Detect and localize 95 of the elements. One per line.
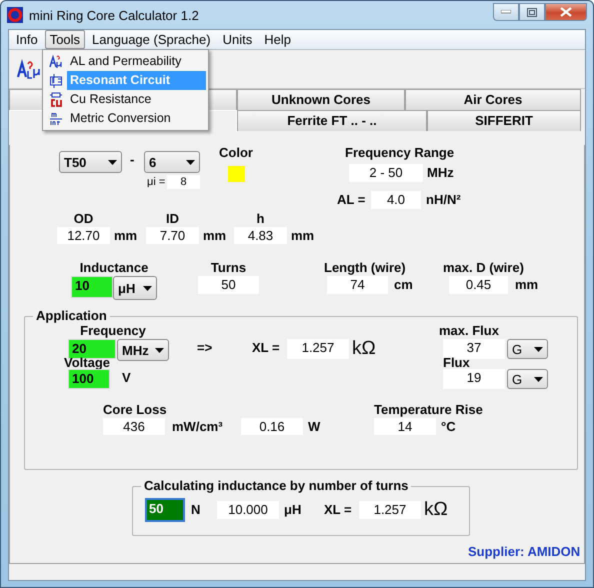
unit-label: mm <box>515 276 540 294</box>
unit-dropdown[interactable]: μH <box>113 276 157 300</box>
dimension-field: 4.83 <box>234 227 287 244</box>
xl-label: XL = <box>324 501 353 519</box>
temperature-rise-label: Temperature Rise <box>374 402 484 417</box>
separator-label: - <box>130 151 136 169</box>
formula-icon <box>49 54 63 70</box>
unit-label: N <box>191 501 202 519</box>
dropdown-arrow-icon <box>534 346 543 352</box>
unit-label: μH <box>284 501 302 519</box>
maximize-button[interactable] <box>519 3 545 21</box>
tab[interactable]: Air Cores <box>405 89 581 110</box>
dimension-label: ID <box>165 211 180 226</box>
close-button[interactable] <box>545 3 587 21</box>
dropdown-arrow-icon <box>186 160 195 164</box>
wire-diameter-label: max. D (wire) <box>443 260 525 275</box>
wire-diameter-field: 0.45 <box>449 276 508 294</box>
core-loss-label: Core Loss <box>103 402 168 417</box>
unit-label: mm <box>291 227 316 245</box>
dimension-label: OD <box>72 211 94 226</box>
core-type-dropdown[interactable]: T50 <box>59 151 122 173</box>
frequency-label: Frequency <box>79 323 147 338</box>
unit-label: kΩ <box>352 339 377 359</box>
turns-input-field[interactable]: 50 <box>145 498 185 522</box>
color-label: Color <box>219 145 254 160</box>
xl-label: XL = <box>252 339 281 357</box>
menu-item[interactable]: Tools <box>44 30 86 49</box>
menu-item[interactable]: Cu Resistance <box>67 90 206 109</box>
unit-label: °C <box>441 418 457 436</box>
tab[interactable]: SIFFERIT <box>427 110 581 131</box>
dimension-field: 7.70 <box>146 227 199 244</box>
menu-item[interactable]: Info <box>11 30 43 49</box>
group-title: Application <box>33 308 110 324</box>
unit-label: mm <box>203 227 228 245</box>
flux-field: 19 <box>443 369 505 389</box>
menu-item[interactable]: AL and Permeability <box>67 52 206 71</box>
arrow-label: => <box>197 339 214 357</box>
dimension-field: 12.70 <box>57 227 110 244</box>
fraction-icon <box>49 110 63 126</box>
dropdown-arrow-icon <box>155 348 164 352</box>
power-field: 0.16 <box>241 418 303 435</box>
unit-label: kΩ <box>424 500 449 520</box>
unit-dropdown[interactable]: MHz <box>117 339 169 361</box>
maximize-icon <box>527 8 537 16</box>
inductance-label: Inductance <box>78 260 150 275</box>
al-field: 4.0 <box>371 191 421 209</box>
minimize-button[interactable] <box>493 3 519 21</box>
inductance-field[interactable]: 10 <box>71 276 113 298</box>
unit-dropdown[interactable]: G <box>507 339 548 359</box>
tab[interactable]: Ferrite FT .. - .. <box>237 110 427 131</box>
dropdown-arrow-icon <box>534 376 543 382</box>
unit-label: MHz <box>427 164 455 182</box>
unit-label: W <box>308 418 322 436</box>
group-title: Calculating inductance by number of turns <box>141 478 412 494</box>
core-loss-field: 436 <box>103 418 165 435</box>
app-icon <box>7 7 23 23</box>
minimize-icon <box>501 10 511 14</box>
unit-dropdown[interactable]: G <box>507 369 548 389</box>
al-label: AL = <box>337 191 366 209</box>
temperature-rise-field: 14 <box>374 418 436 435</box>
dropdown-arrow-icon <box>108 160 117 164</box>
frequency-field[interactable]: 20 <box>68 339 116 359</box>
frequency-range-field: 2 - 50 <box>349 164 423 182</box>
unit-label: cm <box>394 276 414 294</box>
turns-field: 50 <box>198 276 259 294</box>
dimension-label: h <box>256 211 266 226</box>
inductance-field: 10.000 <box>217 501 279 519</box>
mix-dropdown[interactable]: 6 <box>144 151 200 173</box>
coil-icon <box>49 72 63 88</box>
mu-field: 8 <box>167 175 200 189</box>
menu-item[interactable]: Units <box>218 30 258 49</box>
xl-field: 1.257 <box>359 501 421 519</box>
menu-item[interactable]: Metric Conversion <box>67 109 206 128</box>
tab[interactable]: Unknown Cores <box>237 89 405 110</box>
voltage-field[interactable]: 100 <box>68 369 110 389</box>
max-flux-field: 37 <box>443 339 505 359</box>
max-flux-label: max. Flux <box>439 323 500 338</box>
unit-label: mm <box>114 227 138 245</box>
unit-label: V <box>122 369 132 387</box>
wire-length-field: 74 <box>327 276 388 294</box>
mu-label: μi = <box>147 175 166 189</box>
window-title: mini Ring Core Calculator 1.2 <box>29 8 199 22</box>
xl-field: 1.257 <box>287 339 349 359</box>
turns-label: Turns <box>210 260 248 275</box>
supplier-link[interactable]: Supplier: AMIDON <box>468 544 588 559</box>
wire-length-label: Length (wire) <box>324 260 407 275</box>
unit-label: mW/cm³ <box>172 418 224 436</box>
menu-item[interactable]: Help <box>259 30 296 49</box>
resistor-icon <box>49 92 63 108</box>
close-icon <box>560 7 572 17</box>
dropdown-arrow-icon <box>143 286 152 290</box>
formula-icon <box>17 58 41 80</box>
menu-item[interactable]: Language (Sprache) <box>87 30 216 49</box>
frequency-range-label: Frequency Range <box>345 145 456 160</box>
unit-label: nH/N² <box>426 191 462 209</box>
